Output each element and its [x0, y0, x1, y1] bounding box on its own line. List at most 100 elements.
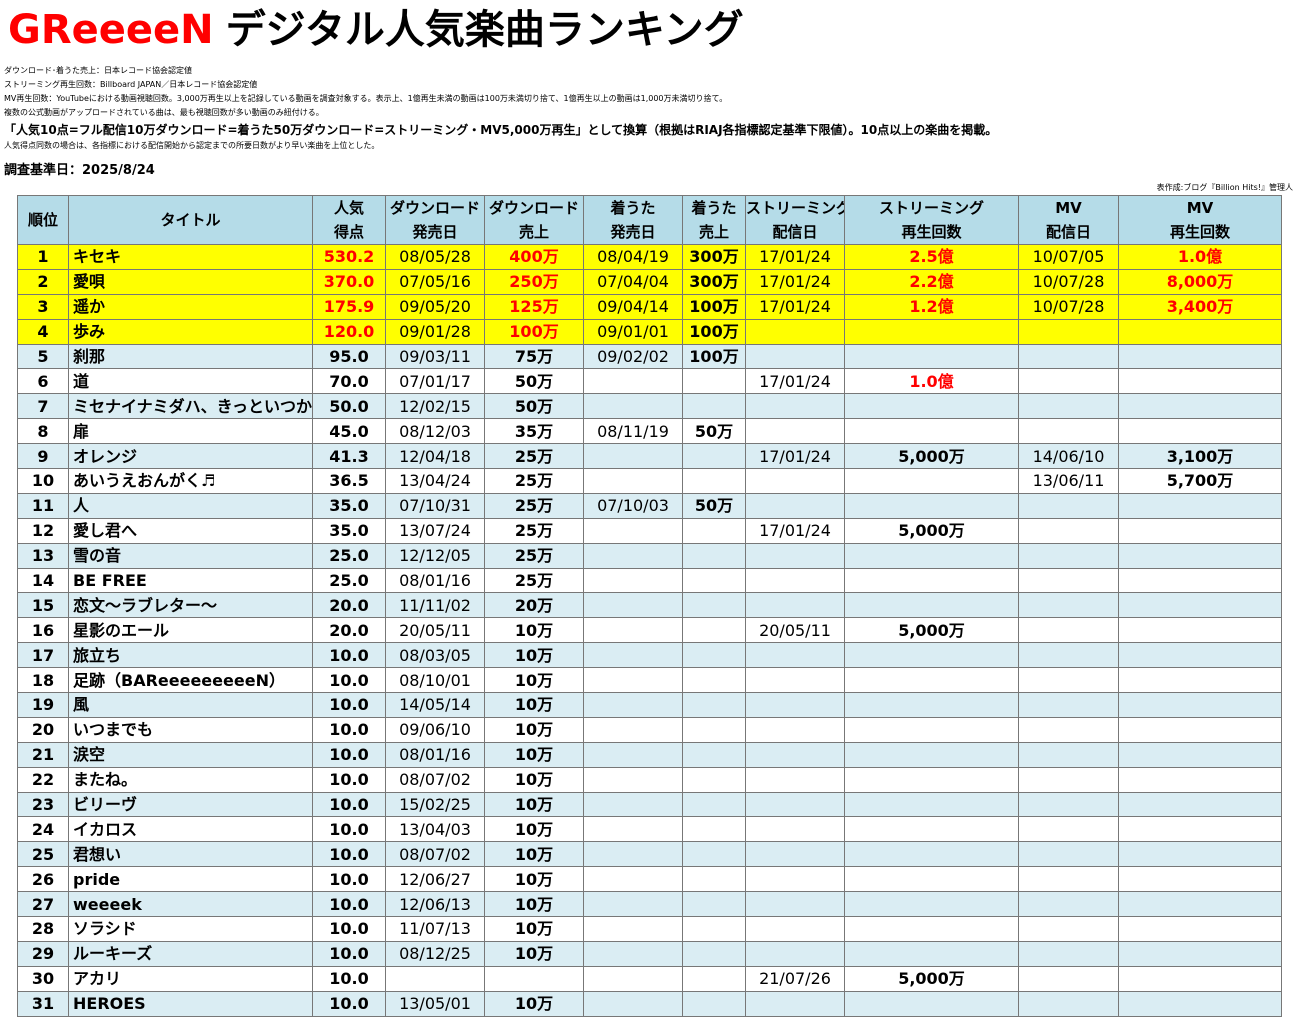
cell-title: 道	[68, 368, 313, 395]
cell-dl-sales: 25万	[484, 542, 584, 569]
cell-dl-sales: 100万	[484, 318, 584, 345]
cell-dl-sales: 25万	[484, 517, 584, 544]
cell-st-plays: 5,000万	[844, 965, 1019, 992]
cell-ch-date	[583, 393, 683, 420]
table-row: 17 旅立ち 10.0 08/03/05 10万	[17, 642, 1282, 669]
cell-ch-sales: 50万	[682, 418, 746, 445]
cell-ch-sales	[682, 816, 746, 843]
col-header-st-date: ストリーミング	[745, 195, 845, 220]
table-header: 順位 タイトル 人気 ダウンロード ダウンロード 着うた 着うた ストリーミング…	[17, 195, 1282, 245]
cell-dl-sales: 10万	[484, 667, 584, 694]
cell-ch-sales	[682, 517, 746, 544]
cell-mv-plays	[1118, 642, 1282, 669]
cell-st-date	[745, 841, 845, 868]
cell-dl-date: 12/12/05	[385, 542, 485, 569]
cell-score: 10.0	[312, 816, 386, 843]
cell-title: 涙空	[68, 741, 313, 768]
cell-dl-sales: 400万	[484, 244, 584, 270]
cell-ch-date	[583, 642, 683, 669]
cell-ch-date	[583, 517, 683, 544]
note-line-bold: 「人気10点=フル配信10万ダウンロード=着うた50万ダウンロード=ストリーミン…	[4, 123, 998, 137]
cell-dl-sales: 25万	[484, 443, 584, 470]
cell-score: 120.0	[312, 318, 386, 345]
cell-score: 41.3	[312, 443, 386, 470]
cell-mv-date	[1018, 667, 1119, 694]
cell-dl-sales: 250万	[484, 268, 584, 295]
cell-rank: 25	[17, 841, 69, 868]
cell-rank: 31	[17, 990, 69, 1017]
cell-st-date	[745, 940, 845, 967]
cell-st-date	[745, 692, 845, 718]
table-row: 13 雪の音 25.0 12/12/05 25万	[17, 542, 1282, 569]
cell-rank: 11	[17, 492, 69, 519]
cell-dl-sales: 25万	[484, 492, 584, 519]
cell-mv-date	[1018, 741, 1119, 768]
cell-dl-sales: 10万	[484, 617, 584, 644]
cell-rank: 10	[17, 468, 69, 494]
cell-ch-sales	[682, 617, 746, 644]
cell-ch-date	[583, 741, 683, 768]
cell-rank: 18	[17, 667, 69, 694]
cell-ch-sales: 100万	[682, 318, 746, 345]
cell-mv-date	[1018, 841, 1119, 868]
cell-st-plays: 2.5億	[844, 244, 1019, 270]
cell-score: 10.0	[312, 891, 386, 918]
table-row: 9 オレンジ 41.3 12/04/18 25万 17/01/24 5,000万 14/06/…	[17, 443, 1282, 470]
cell-st-date: 17/01/24	[745, 368, 845, 395]
cell-mv-plays	[1118, 916, 1282, 942]
cell-st-plays	[844, 567, 1019, 594]
cell-score: 10.0	[312, 866, 386, 893]
cell-ch-date	[583, 866, 683, 893]
cell-mv-plays	[1118, 343, 1282, 370]
cell-st-date	[745, 567, 845, 594]
cell-score: 25.0	[312, 542, 386, 569]
cell-mv-date: 10/07/28	[1018, 268, 1119, 295]
notes-block: ダウンロード･着うた売上：日本レコード協会認定値 ストリーミング再生回数：Bil…	[4, 64, 1294, 154]
table-row: 25 君想い 10.0 08/07/02 10万	[17, 841, 1282, 868]
cell-mv-plays	[1118, 542, 1282, 569]
cell-rank: 1	[17, 244, 69, 270]
table-row: 14 BE FREE 25.0 08/01/16 25万	[17, 567, 1282, 594]
cell-title: 君想い	[68, 841, 313, 868]
cell-rank: 8	[17, 418, 69, 445]
cell-ch-date	[583, 766, 683, 793]
cell-dl-sales: 35万	[484, 418, 584, 445]
cell-st-date	[745, 343, 845, 370]
cell-mv-plays	[1118, 791, 1282, 818]
col-header-dl-date-sub: 発売日	[385, 220, 485, 245]
cell-ch-date	[583, 617, 683, 644]
cell-rank: 15	[17, 592, 69, 619]
cell-ch-sales	[682, 542, 746, 569]
cell-dl-sales: 10万	[484, 766, 584, 793]
cell-dl-sales: 50万	[484, 368, 584, 395]
cell-ch-date	[583, 692, 683, 718]
table-row: 30 アカリ 10.0 21/07/26 5,000万	[17, 965, 1282, 992]
cell-st-plays	[844, 343, 1019, 370]
col-header-mv-date: MV	[1018, 195, 1119, 220]
table-body: 1 キセキ 530.2 08/05/28 400万 08/04/19 300万 17/01/2…	[17, 244, 1282, 1017]
cell-score: 530.2	[312, 244, 386, 270]
col-header-ch-date: 着うた	[583, 195, 683, 220]
cell-dl-date: 13/07/24	[385, 517, 485, 544]
cell-st-plays	[844, 542, 1019, 569]
cell-mv-plays	[1118, 368, 1282, 395]
cell-title: 人	[68, 492, 313, 519]
cell-rank: 29	[17, 940, 69, 967]
cell-dl-date: 12/02/15	[385, 393, 485, 420]
cell-dl-date	[385, 965, 485, 992]
cell-dl-sales: 125万	[484, 293, 584, 320]
cell-mv-plays	[1118, 567, 1282, 594]
note-line: MV再生回数：YouTubeにおける動画視聴回数。3,000万再生以上を記録して…	[4, 94, 728, 103]
cell-st-plays	[844, 318, 1019, 345]
cell-dl-sales: 10万	[484, 791, 584, 818]
cell-score: 95.0	[312, 343, 386, 370]
cell-rank: 16	[17, 617, 69, 644]
cell-score: 10.0	[312, 990, 386, 1017]
cell-title: weeeek	[68, 891, 313, 918]
cell-rank: 13	[17, 542, 69, 569]
cell-mv-plays	[1118, 716, 1282, 743]
col-header-mv-plays: MV	[1118, 195, 1282, 220]
cell-title: ミセナイナミダハ、きっといつか	[68, 393, 313, 420]
cell-ch-sales	[682, 443, 746, 470]
cell-mv-date	[1018, 343, 1119, 370]
